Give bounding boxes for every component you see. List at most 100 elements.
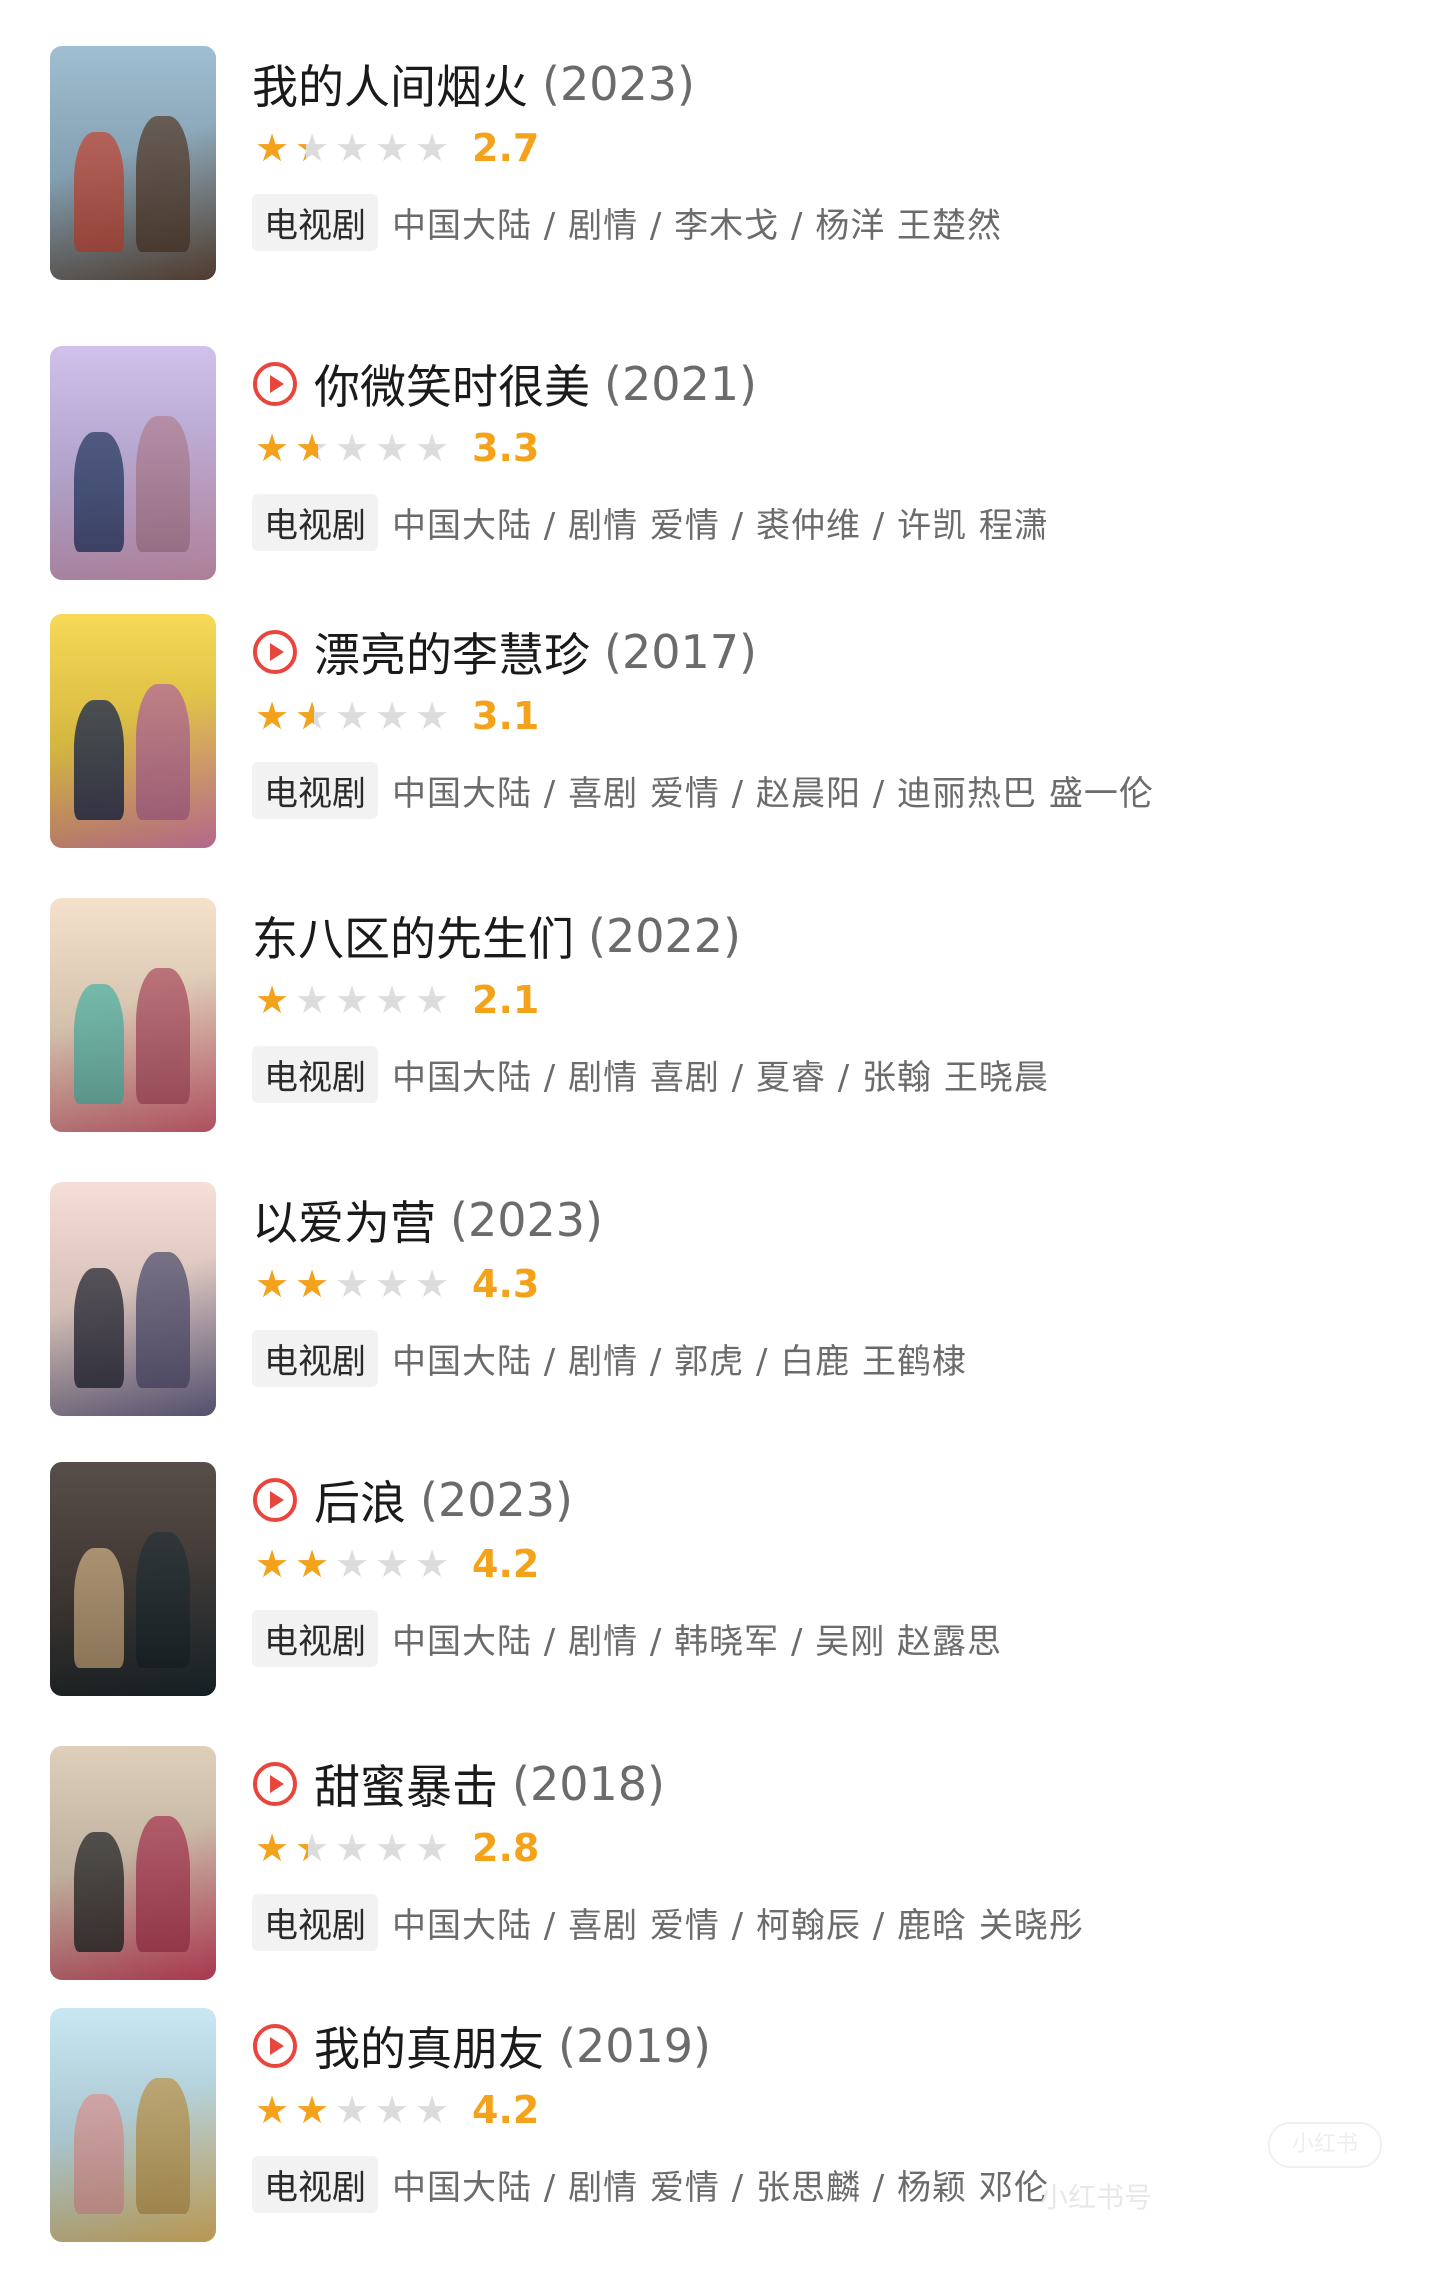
star-icon: ★	[374, 1544, 410, 1584]
type-badge: 电视剧	[252, 2155, 378, 2213]
star-icon: ★	[374, 2090, 410, 2130]
rating-row: ★★★★★ ★★★★★ 3.3	[252, 426, 539, 470]
play-icon[interactable]	[252, 629, 298, 675]
star-rating: ★★★★★ ★★★★★	[252, 1544, 452, 1584]
play-icon[interactable]	[252, 2023, 298, 2069]
poster-image[interactable]	[50, 1182, 216, 1416]
star-icon: ★	[254, 1828, 290, 1868]
star-icon: ★	[414, 696, 450, 736]
drama-year: (2019)	[558, 2019, 711, 2073]
meta-row: 电视剧 中国大陆 / 剧情 / 韩晓军 / 吴刚 赵露思	[252, 1609, 1003, 1667]
drama-item[interactable]: 东八区的先生们 (2022) ★★★★★ ★★★★★ 2.1 电视剧 中国大陆 …	[0, 898, 1440, 1138]
star-rating: ★★★★★ ★★★★★	[252, 2090, 452, 2130]
star-icon: ★	[294, 1264, 330, 1304]
rating-row: ★★★★★ ★★★★★ 4.2	[252, 2088, 539, 2132]
star-icon: ★	[254, 2090, 290, 2130]
star-icon: ★	[414, 428, 450, 468]
drama-title[interactable]: 我的真朋友	[314, 2013, 544, 2079]
play-icon[interactable]	[252, 361, 298, 407]
poster-image[interactable]	[50, 346, 216, 580]
drama-item[interactable]: 你微笑时很美 (2021) ★★★★★ ★★★★★ 3.3 电视剧 中国大陆 /…	[0, 346, 1440, 586]
drama-meta: 中国大陆 / 剧情 / 韩晓军 / 吴刚 赵露思	[392, 1621, 1003, 1662]
type-badge: 电视剧	[252, 1045, 378, 1103]
drama-item[interactable]: 甜蜜暴击 (2018) ★★★★★ ★★★★★ 2.8 电视剧 中国大陆 / 喜…	[0, 1746, 1440, 1986]
title-row[interactable]: 东八区的先生们 (2022)	[252, 906, 741, 966]
type-badge: 电视剧	[252, 493, 378, 551]
star-rating: ★★★★★ ★★★★★	[252, 1264, 452, 1304]
rating-row: ★★★★★ ★★★★★ 3.1	[252, 694, 539, 738]
poster-image[interactable]	[50, 898, 216, 1132]
star-icon: ★	[254, 980, 290, 1020]
star-icon: ★	[254, 428, 290, 468]
rating-score: 4.3	[472, 1262, 540, 1306]
drama-meta: 中国大陆 / 剧情 / 郭虎 / 白鹿 王鹤棣	[392, 1341, 968, 1382]
star-icon: ★	[414, 980, 450, 1020]
play-icon[interactable]	[252, 1477, 298, 1523]
meta-row: 电视剧 中国大陆 / 剧情 爱情 / 裘仲维 / 许凯 程潇	[252, 493, 1049, 551]
drama-title[interactable]: 你微笑时很美	[314, 351, 590, 417]
drama-item[interactable]: 漂亮的李慧珍 (2017) ★★★★★ ★★★★★ 3.1 电视剧 中国大陆 /…	[0, 614, 1440, 854]
star-icon: ★	[332, 1544, 336, 1584]
poster-image[interactable]	[50, 614, 216, 848]
rating-score: 4.2	[472, 2088, 540, 2132]
type-badge: 电视剧	[252, 193, 378, 251]
drama-meta: 中国大陆 / 剧情 喜剧 / 夏睿 / 张翰 王晓晨	[392, 1057, 1049, 1098]
drama-year: (2021)	[604, 357, 757, 411]
title-row[interactable]: 我的人间烟火 (2023)	[252, 54, 695, 114]
drama-meta: 中国大陆 / 喜剧 爱情 / 赵晨阳 / 迪丽热巴 盛一伦	[392, 773, 1154, 814]
poster-image[interactable]	[50, 2008, 216, 2242]
star-rating: ★★★★★ ★★★★★	[252, 980, 452, 1020]
drama-title[interactable]: 后浪	[314, 1467, 406, 1533]
title-row[interactable]: 后浪 (2023)	[252, 1470, 573, 1530]
drama-title[interactable]: 以爱为营	[252, 1187, 436, 1253]
watermark-text: 小红书号	[1040, 2181, 1153, 2214]
star-icon: ★	[294, 1544, 330, 1584]
drama-item[interactable]: 后浪 (2023) ★★★★★ ★★★★★ 4.2 电视剧 中国大陆 / 剧情 …	[0, 1462, 1440, 1702]
play-icon[interactable]	[252, 1761, 298, 1807]
star-icon: ★	[374, 1828, 410, 1868]
drama-year: (2023)	[420, 1473, 573, 1527]
star-icon: ★	[334, 2090, 370, 2130]
star-rating: ★★★★★ ★★★★★	[252, 428, 452, 468]
star-rating: ★★★★★ ★★★★★	[252, 696, 452, 736]
rating-score: 3.1	[472, 694, 540, 738]
drama-item[interactable]: 以爱为营 (2023) ★★★★★ ★★★★★ 4.3 电视剧 中国大陆 / 剧…	[0, 1182, 1440, 1422]
title-row[interactable]: 甜蜜暴击 (2018)	[252, 1754, 665, 1814]
star-icon: ★	[334, 428, 370, 468]
drama-title[interactable]: 甜蜜暴击	[314, 1751, 498, 1817]
poster-image[interactable]	[50, 46, 216, 280]
drama-title[interactable]: 东八区的先生们	[252, 903, 574, 969]
meta-row: 电视剧 中国大陆 / 剧情 喜剧 / 夏睿 / 张翰 王晓晨	[252, 1045, 1049, 1103]
title-row[interactable]: 漂亮的李慧珍 (2017)	[252, 622, 757, 682]
star-rating: ★★★★★ ★★★★★	[252, 128, 452, 168]
drama-year: (2018)	[512, 1757, 665, 1811]
poster-image[interactable]	[50, 1462, 216, 1696]
drama-title[interactable]: 漂亮的李慧珍	[314, 619, 590, 685]
drama-title[interactable]: 我的人间烟火	[252, 51, 528, 117]
star-icon: ★	[374, 428, 410, 468]
meta-row: 电视剧 中国大陆 / 剧情 / 李木戈 / 杨洋 王楚然	[252, 193, 1003, 251]
star-icon: ★	[334, 980, 370, 1020]
drama-year: (2023)	[450, 1193, 603, 1247]
star-icon: ★	[332, 2090, 336, 2130]
star-icon: ★	[294, 980, 330, 1020]
star-icon: ★	[374, 1264, 410, 1304]
meta-row: 电视剧 中国大陆 / 喜剧 爱情 / 赵晨阳 / 迪丽热巴 盛一伦	[252, 761, 1154, 819]
title-row[interactable]: 我的真朋友 (2019)	[252, 2016, 711, 2076]
star-icon: ★	[294, 696, 314, 736]
drama-meta: 中国大陆 / 剧情 爱情 / 裘仲维 / 许凯 程潇	[392, 505, 1049, 546]
star-icon: ★	[254, 1264, 290, 1304]
drama-item[interactable]: 我的真朋友 (2019) ★★★★★ ★★★★★ 4.2 电视剧 中国大陆 / …	[0, 2008, 1440, 2248]
title-row[interactable]: 以爱为营 (2023)	[252, 1190, 603, 1250]
drama-item[interactable]: 我的人间烟火 (2023) ★★★★★ ★★★★★ 2.7 电视剧 中国大陆 /…	[0, 46, 1440, 286]
type-badge: 电视剧	[252, 1609, 378, 1667]
poster-image[interactable]	[50, 1746, 216, 1980]
drama-meta: 中国大陆 / 剧情 / 李木戈 / 杨洋 王楚然	[392, 205, 1003, 246]
star-icon: ★	[334, 696, 370, 736]
rating-row: ★★★★★ ★★★★★ 2.7	[252, 126, 539, 170]
watermark-badge: 小红书	[1268, 2122, 1382, 2168]
star-icon: ★	[414, 1828, 450, 1868]
star-icon: ★	[414, 2090, 450, 2130]
title-row[interactable]: 你微笑时很美 (2021)	[252, 354, 757, 414]
star-icon: ★	[254, 128, 290, 168]
